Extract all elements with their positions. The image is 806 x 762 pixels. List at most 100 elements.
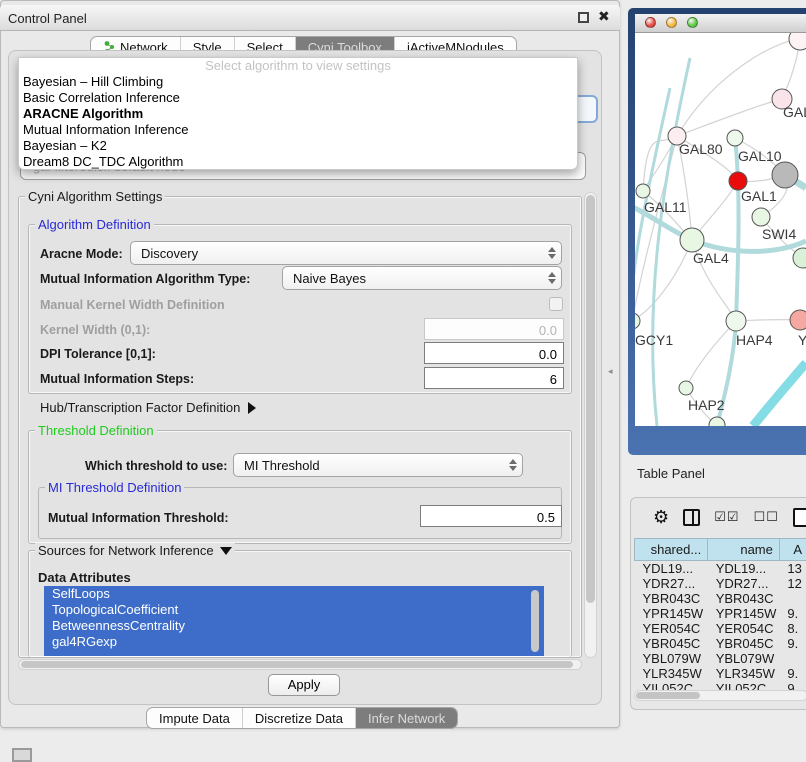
table-cell[interactable]: YDL19... — [708, 561, 780, 577]
table-cell[interactable]: YER054C — [708, 621, 780, 636]
apply-button[interactable]: Apply — [268, 674, 340, 696]
kernel-width-label: Kernel Width (0,1): — [40, 323, 150, 337]
table-cell[interactable]: YBL079W — [635, 651, 708, 666]
close-icon[interactable]: ✖ — [598, 8, 610, 25]
table-cell[interactable]: YBR045C — [635, 636, 708, 651]
table-cell[interactable]: YBR045C — [708, 636, 780, 651]
table-cell[interactable] — [779, 651, 806, 666]
node-gcy1[interactable] — [635, 313, 640, 329]
tab-infer-network[interactable]: Infer Network — [356, 708, 457, 728]
which-threshold-combo[interactable]: MI Threshold — [233, 453, 523, 477]
settings-horizontal-scrollbar-thumb[interactable] — [21, 661, 573, 668]
data-attributes-list[interactable]: SelfLoopsTopologicalCoefficientBetweenne… — [44, 586, 544, 656]
table-cell[interactable]: 9. — [779, 606, 806, 621]
algorithm-option[interactable]: Bayesian – Hill Climbing — [19, 74, 577, 90]
table-cell[interactable]: YDR27... — [708, 576, 780, 591]
table-cell[interactable]: YPR145W — [708, 606, 780, 621]
table-cell[interactable] — [779, 591, 806, 606]
table-row[interactable]: YBL079WYBL079W — [635, 651, 806, 666]
control-panel-titlebar[interactable] — [0, 5, 620, 31]
settings-vertical-scrollbar[interactable] — [584, 192, 597, 658]
network-edge[interactable] — [677, 99, 782, 136]
node-gal10[interactable] — [727, 130, 743, 146]
table-row[interactable]: YDR27...YDR27...12 — [635, 576, 806, 591]
document-icon[interactable] — [793, 508, 806, 527]
data-attribute-item[interactable]: BetweennessCentrality — [44, 618, 544, 634]
hub-definition-toggle[interactable]: Hub/Transcription Factor Definition — [40, 400, 256, 415]
table-row[interactable]: YBR045CYBR045C9. — [635, 636, 806, 651]
algorithm-option[interactable]: Mutual Information Inference — [19, 122, 577, 138]
table-cell[interactable]: 9. — [779, 666, 806, 681]
network-view-titlebar[interactable] — [635, 14, 806, 33]
docked-panel-icon[interactable] — [12, 748, 32, 762]
table-cell[interactable]: 13 — [779, 561, 806, 577]
node[interactable] — [709, 417, 725, 426]
mi-steps-field[interactable] — [424, 367, 564, 389]
table-cell[interactable]: YLR345W — [708, 666, 780, 681]
node[interactable] — [772, 162, 798, 188]
network-edge[interactable] — [635, 240, 692, 321]
dpi-tolerance-field[interactable] — [424, 342, 564, 364]
table-cell[interactable]: YBL079W — [708, 651, 780, 666]
table-cell[interactable]: 8. — [779, 621, 806, 636]
table-cell[interactable]: YPR145W — [635, 606, 708, 621]
table-cell[interactable]: 12 — [779, 576, 806, 591]
manual-kernel-width-checkbox[interactable] — [549, 297, 563, 311]
minimize-traffic-light[interactable] — [666, 17, 677, 28]
table-row[interactable]: YDL19...YDL19...13 — [635, 561, 806, 577]
gear-icon[interactable]: ⚙ — [653, 507, 669, 528]
table-row[interactable]: YLR345WYLR345W9. — [635, 666, 806, 681]
select-all-icon[interactable]: ☑☑ — [714, 509, 739, 525]
algorithm-option[interactable]: Dream8 DC_TDC Algorithm — [19, 154, 577, 170]
table-row[interactable]: YPR145WYPR145W9. — [635, 606, 806, 621]
algorithm-option[interactable]: Basic Correlation Inference — [19, 90, 577, 106]
dpi-tolerance-label: DPI Tolerance [0,1]: — [40, 347, 156, 361]
table-row[interactable]: YER054CYER054C8. — [635, 621, 806, 636]
node-swi4[interactable] — [752, 208, 770, 226]
table-column-header[interactable]: name — [708, 539, 780, 561]
table-cell[interactable]: YLR345W — [635, 666, 708, 681]
tab-impute-data[interactable]: Impute Data — [147, 708, 243, 728]
table-cell[interactable]: YBR043C — [708, 591, 780, 606]
table-cell[interactable]: YER054C — [635, 621, 708, 636]
node[interactable] — [789, 33, 806, 50]
mi-threshold-field[interactable] — [420, 505, 562, 527]
table-column-header[interactable]: shared... — [635, 539, 708, 561]
table-horizontal-scrollbar[interactable] — [634, 690, 806, 701]
splitter-collapse-icon[interactable]: ◂ — [608, 366, 613, 377]
table-cell[interactable]: YBR043C — [635, 591, 708, 606]
settings-vertical-scrollbar-thumb[interactable] — [586, 195, 595, 603]
network-canvas[interactable]: GALGAL80GAL10GAL1GAL11SWI4GAL4GCY1HAP4YH… — [635, 33, 806, 426]
node-hap2[interactable] — [679, 381, 693, 395]
attribute-list-scrollbar[interactable] — [531, 590, 539, 652]
node[interactable] — [793, 248, 806, 268]
close-traffic-light[interactable] — [645, 17, 656, 28]
table-row[interactable]: YBR043CYBR043C — [635, 591, 806, 606]
table-horizontal-scrollbar-thumb[interactable] — [636, 692, 700, 699]
float-window-icon[interactable] — [578, 12, 589, 23]
aracne-mode-combo[interactable]: Discovery — [130, 241, 562, 265]
table-cell[interactable]: 9. — [779, 636, 806, 651]
kernel-width-field[interactable] — [424, 318, 564, 340]
data-attribute-item[interactable]: SelfLoops — [44, 586, 544, 602]
zoom-traffic-light[interactable] — [687, 17, 698, 28]
sources-group-title-wrap[interactable]: Sources for Network Inference — [35, 543, 235, 558]
data-attribute-item[interactable]: TopologicalCoefficient — [44, 602, 544, 618]
table-cell[interactable]: YDL19... — [635, 561, 708, 577]
table-cell[interactable]: YDR27... — [635, 576, 708, 591]
data-attribute-item[interactable]: gal4RGexp — [44, 634, 544, 650]
table-column-header[interactable]: A — [779, 539, 806, 561]
network-edge[interactable] — [753, 363, 806, 426]
tab-discretize-data[interactable]: Discretize Data — [243, 708, 356, 728]
node-gal4[interactable] — [680, 228, 704, 252]
columns-icon[interactable] — [683, 509, 700, 526]
node-hap4[interactable] — [726, 311, 746, 331]
deselect-all-icon[interactable]: ☐☐ — [753, 509, 778, 525]
settings-horizontal-scrollbar[interactable] — [18, 659, 582, 670]
algorithm-option[interactable]: ARACNE Algorithm — [19, 106, 577, 122]
node-y[interactable] — [790, 310, 806, 330]
network-edge[interactable] — [677, 39, 800, 136]
mi-algorithm-type-combo[interactable]: Naive Bayes — [282, 266, 562, 290]
algorithm-option[interactable]: Bayesian – K2 — [19, 138, 577, 154]
node-gal11[interactable] — [636, 184, 650, 198]
